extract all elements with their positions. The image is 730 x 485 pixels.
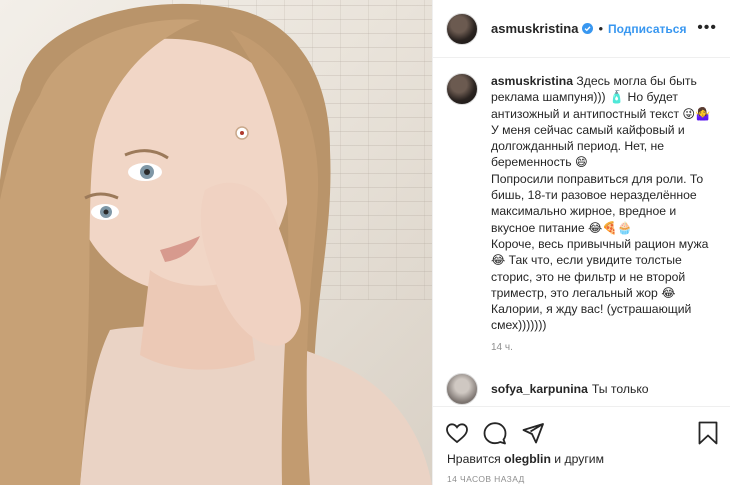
likes-user[interactable]: olegblin — [504, 452, 551, 466]
comment-icon[interactable] — [483, 421, 507, 445]
post-header: asmuskristina • Подписаться ••• — [433, 0, 730, 58]
follow-button[interactable]: Подписаться — [608, 22, 686, 36]
caption-time[interactable]: 14 ч. — [491, 342, 730, 353]
caption-username[interactable]: asmuskristina — [491, 74, 573, 88]
verified-icon — [582, 23, 594, 34]
comment-avatar[interactable] — [446, 372, 478, 405]
action-icons — [445, 421, 545, 445]
bookmark-button[interactable] — [697, 421, 719, 445]
caption: asmuskristina Здесь могла бы быть реклам… — [433, 59, 730, 334]
post-time-ago[interactable]: 14 часов назад — [447, 474, 525, 484]
caption-avatar[interactable] — [446, 73, 478, 105]
comment-username[interactable]: sofya_karpunina — [491, 382, 588, 396]
share-icon[interactable] — [521, 421, 545, 445]
photo-illustration — [0, 3, 432, 485]
comment-row: sofya_karpunina Ты только — [433, 353, 730, 405]
comments-area[interactable]: asmuskristina Здесь могла бы быть реклам… — [433, 59, 730, 406]
author-avatar[interactable] — [446, 12, 478, 45]
comment-text: Ты только — [591, 381, 649, 396]
actions-bar: Нравится olegblin и другим 14 часов наза… — [433, 406, 730, 485]
post-photo[interactable] — [0, 0, 432, 485]
post-side-panel: asmuskristina • Подписаться ••• asmuskri… — [432, 0, 730, 485]
more-options-icon[interactable]: ••• — [697, 20, 717, 36]
comment-text-block: sofya_karpunina Ты только — [491, 382, 649, 396]
likes-suffix[interactable]: и другим — [554, 452, 604, 466]
caption-text: Здесь могла бы быть реклама шампуня))) 🧴… — [491, 74, 711, 333]
author-username[interactable]: asmuskristina — [491, 21, 578, 36]
caption-text-block: asmuskristina Здесь могла бы быть реклам… — [491, 73, 717, 334]
likes-prefix: Нравится — [447, 452, 501, 466]
likes-line: Нравится olegblin и другим — [447, 452, 604, 466]
heart-icon[interactable] — [445, 421, 469, 445]
bookmark-icon[interactable] — [697, 421, 719, 445]
separator-dot: • — [598, 21, 603, 36]
